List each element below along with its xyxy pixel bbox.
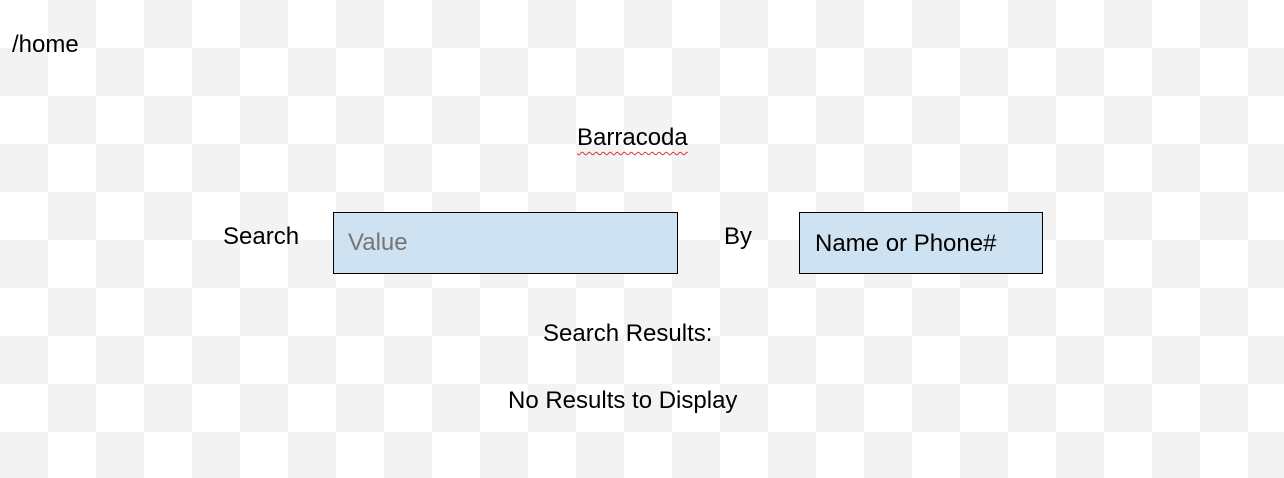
- search-by-label: By: [724, 223, 753, 250]
- search-results-heading: Search Results:: [543, 320, 713, 347]
- empty-results-message: No Results to Display: [508, 387, 738, 414]
- page-title: Barracoda: [577, 124, 688, 151]
- search-by-select[interactable]: Name or Phone#: [799, 212, 1043, 274]
- search-value-input[interactable]: [333, 212, 678, 274]
- search-label: Search: [223, 223, 300, 250]
- route-path: /home: [12, 31, 79, 58]
